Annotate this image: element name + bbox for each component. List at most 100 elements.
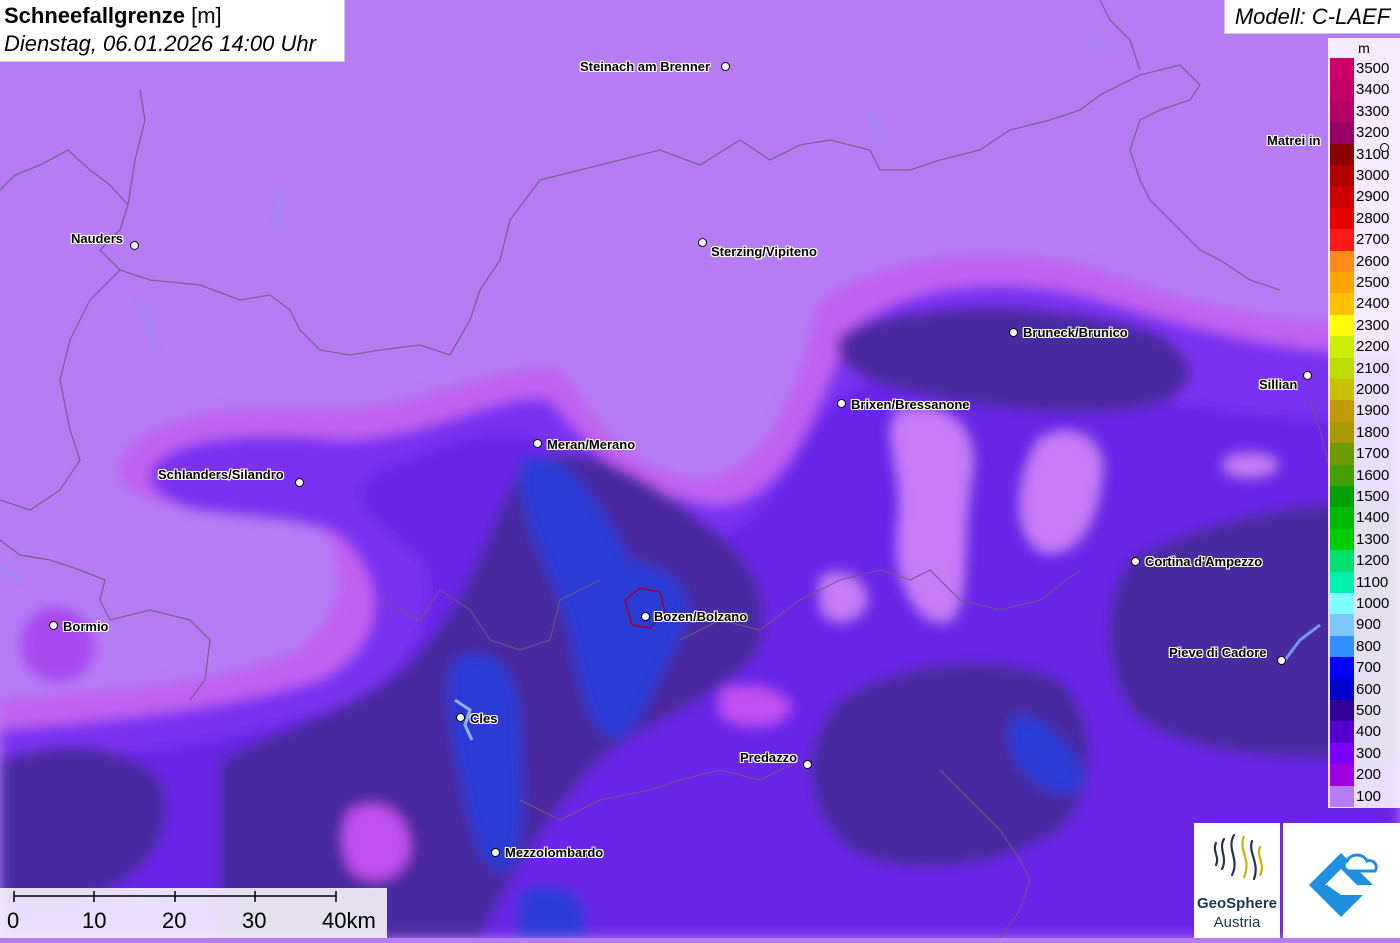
app-logo[interactable] xyxy=(1283,823,1400,938)
city-marker-steinach[interactable] xyxy=(721,62,730,71)
geosphere-logo-text-1: GeoSphere xyxy=(1196,895,1278,912)
legend-swatch xyxy=(1330,785,1354,807)
legend-swatch xyxy=(1330,293,1354,315)
legend-swatch xyxy=(1330,272,1354,294)
legend-entry: 2400 xyxy=(1330,293,1398,315)
city-marker-cortina[interactable] xyxy=(1131,557,1140,566)
city-marker-predazzo[interactable] xyxy=(803,760,812,769)
legend-swatch xyxy=(1330,250,1354,272)
legend-entry: 1700 xyxy=(1330,443,1398,465)
legend-label: 2200 xyxy=(1356,338,1390,356)
city-marker-bruneck[interactable] xyxy=(1009,328,1018,337)
legend-swatch xyxy=(1330,764,1354,786)
legend-entry: 2700 xyxy=(1330,229,1398,251)
scale-label-30: 30 xyxy=(242,908,267,933)
city-marker-schlanders[interactable] xyxy=(295,478,304,487)
legend-label: 2600 xyxy=(1356,252,1390,270)
city-label-bormio[interactable]: Bormio xyxy=(63,620,109,634)
city-label-mezzolombardo[interactable]: Mezzolombardo xyxy=(505,846,603,860)
city-marker-cles[interactable] xyxy=(456,713,465,722)
city-label-pieve[interactable]: Pieve di Cadore xyxy=(1169,646,1267,660)
legend-label: 3000 xyxy=(1356,167,1390,184)
city-label-steinach[interactable]: Steinach am Brenner xyxy=(580,60,710,74)
city-label-predazzo[interactable]: Predazzo xyxy=(740,751,797,765)
legend-swatch xyxy=(1330,678,1354,700)
city-marker-meran[interactable] xyxy=(533,439,542,448)
city-label-cles[interactable]: Cles xyxy=(470,712,497,726)
legend-label: 400 xyxy=(1356,723,1382,741)
legend-entry: 2600 xyxy=(1330,250,1398,272)
title-box: Schneefallgrenze [m] Dienstag, 06.01.202… xyxy=(0,0,345,62)
legend-label: 1600 xyxy=(1356,466,1390,484)
cloud-arrow-icon xyxy=(1309,853,1378,917)
legend-label: 3500 xyxy=(1356,60,1390,77)
legend-label: 3300 xyxy=(1356,102,1390,120)
legend-entry: 500 xyxy=(1330,700,1398,722)
legend-entry: 900 xyxy=(1330,614,1398,636)
city-marker-sillian[interactable] xyxy=(1303,371,1312,380)
legend-entry: 1600 xyxy=(1330,464,1398,486)
legend-label: 2800 xyxy=(1356,209,1390,227)
legend-swatch xyxy=(1330,635,1354,658)
legend-label: 2500 xyxy=(1356,274,1390,291)
geosphere-logo-text-2: Austria xyxy=(1213,914,1261,931)
city-label-meran[interactable]: Meran/Merano xyxy=(547,438,635,452)
title-text: Schneefallgrenze xyxy=(4,3,185,28)
legend-swatch xyxy=(1330,357,1354,379)
legend-swatch xyxy=(1330,314,1354,337)
city-label-bruneck[interactable]: Bruneck/Brunico xyxy=(1023,326,1128,340)
legend-swatch xyxy=(1330,58,1354,80)
legend-entry: 1800 xyxy=(1330,421,1398,444)
legend-label: 600 xyxy=(1356,680,1382,698)
city-label-brixen[interactable]: Brixen/Bressanone xyxy=(851,398,970,412)
legend-label: 3400 xyxy=(1356,81,1390,99)
legend-label: 1900 xyxy=(1356,402,1390,420)
city-marker-bormio[interactable] xyxy=(49,621,58,630)
legend-entry: 3200 xyxy=(1330,122,1398,144)
legend-swatch xyxy=(1330,528,1354,551)
city-label-matrei[interactable]: Matrei in xyxy=(1267,134,1320,148)
scale-label-20: 20 xyxy=(162,908,187,933)
city-label-schlanders[interactable]: Schlanders/Silandro xyxy=(158,468,284,482)
legend-swatch xyxy=(1330,100,1354,123)
city-marker-bozen[interactable] xyxy=(641,612,650,621)
legend-label: 3200 xyxy=(1356,124,1390,142)
legend-label: 300 xyxy=(1356,744,1382,762)
legend-entry: 300 xyxy=(1330,742,1398,765)
legend-label: 200 xyxy=(1356,766,1382,784)
city-marker-matrei[interactable] xyxy=(1380,143,1389,152)
legend-label: 1700 xyxy=(1356,445,1390,463)
legend-entry: 2000 xyxy=(1330,379,1398,401)
city-label-sterzing[interactable]: Sterzing/Vipiteno xyxy=(711,245,817,259)
legend-entry: 2800 xyxy=(1330,207,1398,230)
legend-swatch xyxy=(1330,400,1354,422)
legend-swatch xyxy=(1330,657,1354,679)
legend-swatch xyxy=(1330,143,1354,165)
city-marker-pieve[interactable] xyxy=(1277,656,1286,665)
legend-swatch xyxy=(1330,421,1354,444)
legend-label: 1800 xyxy=(1356,423,1390,441)
geosphere-logo[interactable]: GeoSphere Austria xyxy=(1194,823,1280,938)
legend-swatch xyxy=(1330,443,1354,465)
city-marker-mezzolombardo[interactable] xyxy=(491,848,500,857)
color-legend: m 3500 3400 3300 3200 3100 3000 2900 2800 2700 26… xyxy=(1328,38,1400,808)
legend-entry: 3400 xyxy=(1330,79,1398,101)
city-marker-nauders[interactable] xyxy=(130,241,139,250)
legend-swatch xyxy=(1330,186,1354,208)
city-label-sillian[interactable]: Sillian xyxy=(1259,378,1297,392)
legend-swatch xyxy=(1330,507,1354,529)
city-label-nauders[interactable]: Nauders xyxy=(71,232,123,246)
legend-swatch xyxy=(1330,464,1354,486)
city-marker-sterzing[interactable] xyxy=(698,238,707,247)
legend-label: 2000 xyxy=(1356,381,1390,398)
legend-label: 1200 xyxy=(1356,552,1390,570)
legend-swatch xyxy=(1330,229,1354,251)
legend-entry: 600 xyxy=(1330,678,1398,700)
city-label-bozen[interactable]: Bozen/Bolzano xyxy=(654,610,747,624)
legend-entry: 100 xyxy=(1330,785,1398,807)
legend-label: 2300 xyxy=(1356,316,1390,334)
city-marker-brixen[interactable] xyxy=(837,399,846,408)
legend-entry: 1000 xyxy=(1330,593,1398,615)
city-label-cortina[interactable]: Cortina d'Ampezzo xyxy=(1145,555,1262,569)
legend-label: 2900 xyxy=(1356,188,1390,206)
